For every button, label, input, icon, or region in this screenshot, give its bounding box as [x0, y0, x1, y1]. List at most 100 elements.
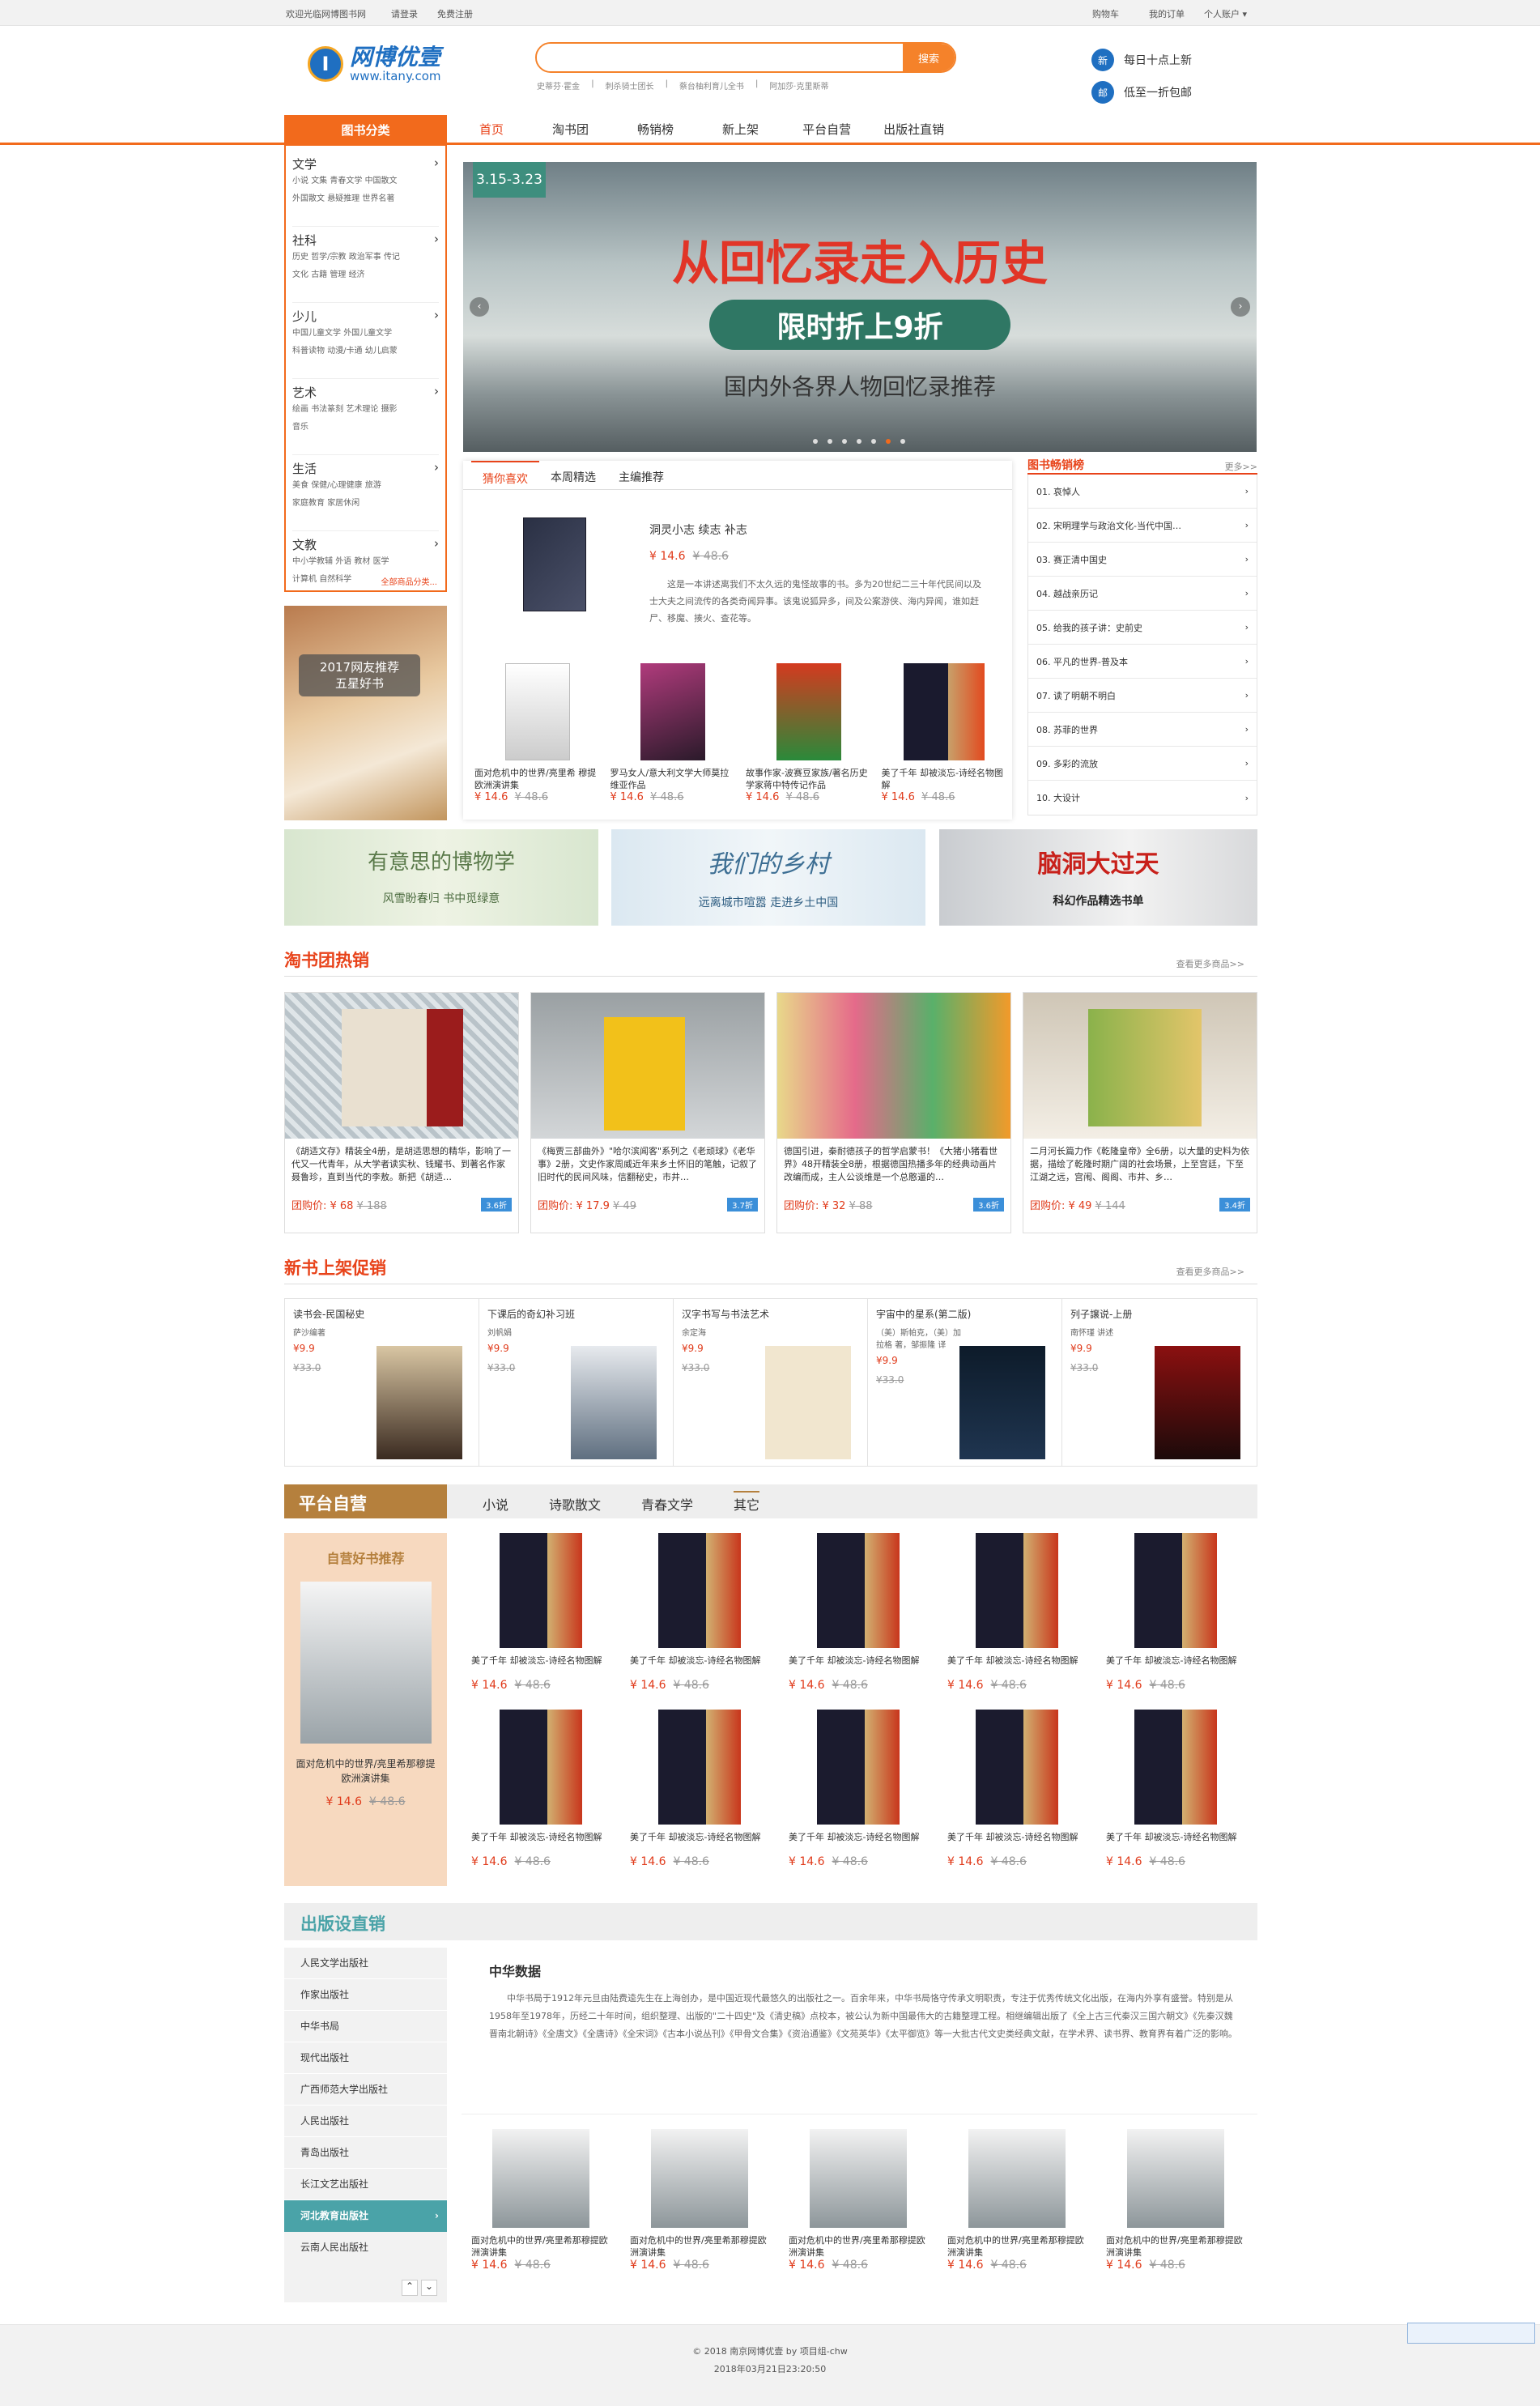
- product-card[interactable]: 故事作家-波赛豆家族/著名历史学家蒋中特传记作品 ¥ 14.6 ¥ 48.6: [741, 663, 877, 803]
- category-link[interactable]: 旅游: [365, 481, 381, 490]
- hot-search-link[interactable]: 阿加莎·克里斯蒂: [769, 79, 828, 92]
- group-card[interactable]: 《胡适文存》精装全4册，是胡适思想的精华，影响了一代又一代青年，从大学者读实秋、…: [284, 992, 519, 1233]
- tab-editor[interactable]: 主编推荐: [607, 461, 675, 489]
- nav-new[interactable]: 新上架: [722, 121, 759, 138]
- publisher-item[interactable]: 青岛出版社: [284, 2137, 447, 2169]
- bestseller-item[interactable]: 02. 宋明理学与政治文化-当代中国… ›: [1028, 509, 1257, 543]
- bestseller-item[interactable]: 06. 平凡的世界-普及本 ›: [1028, 645, 1257, 679]
- category-title[interactable]: 社科 ›: [292, 232, 439, 249]
- category-title[interactable]: 少儿 ›: [292, 308, 439, 325]
- category-title[interactable]: 生活 ›: [292, 460, 439, 477]
- search-button[interactable]: 搜索: [903, 44, 955, 71]
- category-link[interactable]: 传记: [384, 253, 400, 262]
- chevron-left-icon[interactable]: ‹: [470, 297, 489, 317]
- category-link[interactable]: 家居休闲: [327, 499, 359, 508]
- category-link[interactable]: 历史: [292, 253, 308, 262]
- orders-link[interactable]: 我的订单: [1149, 7, 1185, 20]
- category-link[interactable]: 外国散文: [292, 194, 325, 203]
- publisher-item[interactable]: 云南人民出版社: [284, 2232, 447, 2263]
- search-input[interactable]: [537, 44, 903, 71]
- category-link[interactable]: 音乐: [292, 423, 308, 432]
- product-card[interactable]: 面对危机中的世界/亮里希那穆提欧洲演讲集 ¥ 14.6 ¥ 48.6: [938, 2129, 1096, 2272]
- category-link[interactable]: 中国儿童文学: [292, 329, 341, 338]
- bestseller-more[interactable]: 更多>>: [1225, 460, 1257, 473]
- chevron-right-icon[interactable]: ›: [1231, 297, 1250, 317]
- category-link[interactable]: 美食: [292, 481, 308, 490]
- banner-dot[interactable]: [857, 439, 861, 444]
- tab-guess[interactable]: 猜你喜欢: [471, 461, 539, 489]
- tab-poetry[interactable]: 诗歌散文: [549, 1494, 601, 1514]
- logo[interactable]: I 网博优壹 www.itany.com: [308, 45, 441, 83]
- product-card[interactable]: 美了千年 却被淡忘-诗经名物图解 ¥ 14.6 ¥ 48.6: [462, 1533, 620, 1710]
- ime-toolbar[interactable]: [1407, 2323, 1535, 2344]
- nav-group[interactable]: 淘书团: [552, 121, 589, 138]
- chevron-up-icon[interactable]: ⌃: [402, 2280, 418, 2296]
- register-link[interactable]: 免费注册: [437, 7, 473, 20]
- newbook-card[interactable]: 读书会-民国秘史 萨沙编著 ¥9.9 ¥33.0: [285, 1299, 479, 1466]
- hero-banner[interactable]: 3.15-3.23 从回忆录走入历史 限时折上9折 国内外各界人物回忆录推荐 ‹…: [463, 162, 1257, 452]
- category-link[interactable]: 保健/心理健康: [311, 481, 362, 490]
- category-link[interactable]: 管理: [330, 270, 346, 279]
- product-card[interactable]: 美了千年 却被淡忘-诗经名物图解 ¥ 14.6 ¥ 48.6: [779, 1710, 938, 1886]
- bestseller-item[interactable]: 04. 越战亲历记 ›: [1028, 577, 1257, 611]
- category-link[interactable]: 政治军事: [349, 253, 381, 262]
- side-ad[interactable]: 2017网友推荐 五星好书: [284, 606, 447, 820]
- self-recommend[interactable]: 自营好书推荐 面对危机中的世界/亮里希那穆提欧洲演讲集 ¥ 14.6 ¥ 48.…: [284, 1533, 447, 1886]
- bestseller-item[interactable]: 07. 读了明朝不明白 ›: [1028, 679, 1257, 713]
- category-link[interactable]: 中国散文: [365, 177, 398, 185]
- category-link[interactable]: 世界名著: [362, 194, 394, 203]
- all-categories-link[interactable]: 全部商品分类...: [381, 575, 437, 587]
- promo-banner[interactable]: 我们的乡村 远离城市喧嚣 走进乡土中国: [611, 829, 925, 926]
- category-link[interactable]: 文集: [311, 177, 327, 185]
- newbook-card[interactable]: 宇宙中的星系(第二版) （美）斯帕克，（美）加拉格 著，邹振隆 译 ¥9.9 ¥…: [868, 1299, 1062, 1466]
- bestseller-item[interactable]: 05. 给我的孩子讲：史前史 ›: [1028, 611, 1257, 645]
- tab-youth[interactable]: 青春文学: [641, 1494, 693, 1514]
- product-card[interactable]: 面对危机中的世界/亮里希那穆提欧洲演讲集 ¥ 14.6 ¥ 48.6: [1096, 2129, 1255, 2272]
- category-link[interactable]: 幼儿启蒙: [365, 347, 398, 356]
- publisher-item[interactable]: 中华书局: [284, 2011, 447, 2042]
- category-link[interactable]: 中小学教辅: [292, 557, 333, 566]
- category-link[interactable]: 教材: [354, 557, 370, 566]
- newbook-card[interactable]: 列子譲说-上册 南怀瑾 讲述 ¥9.9 ¥33.0: [1062, 1299, 1257, 1466]
- group-card[interactable]: 二月河长篇力作《乾隆皇帝》全6册，以大量的史料为依据，描绘了乾隆时期广阔的社会场…: [1023, 992, 1257, 1233]
- category-link[interactable]: 自然科学: [319, 575, 351, 584]
- group-card[interactable]: 《梅贾三部曲外》"哈尔滨闻客"系列之《老顽球》《老华事》2册，文史作家周威近年来…: [530, 992, 765, 1233]
- category-button[interactable]: 图书分类: [284, 115, 447, 144]
- bestseller-item[interactable]: 01. 哀悼人 ›: [1028, 475, 1257, 509]
- product-card[interactable]: 美了千年 却被淡忘-诗经名物图解 ¥ 14.6 ¥ 48.6: [877, 663, 1013, 803]
- category-link[interactable]: 经济: [349, 270, 365, 279]
- bestseller-item[interactable]: 10. 大设计 ›: [1028, 781, 1257, 815]
- publisher-item[interactable]: 现代出版社: [284, 2042, 447, 2074]
- product-card[interactable]: 美了千年 却被淡忘-诗经名物图解 ¥ 14.6 ¥ 48.6: [1096, 1710, 1255, 1886]
- category-link[interactable]: 艺术理论: [346, 405, 378, 414]
- product-card[interactable]: 面对危机中的世界/亮里希那穆提欧洲演讲集 ¥ 14.6 ¥ 48.6: [620, 2129, 779, 2272]
- product-card[interactable]: 面对危机中的世界/亮里希那穆提欧洲演讲集 ¥ 14.6 ¥ 48.6: [462, 2129, 620, 2272]
- tab-other[interactable]: 其它: [734, 1491, 760, 1514]
- category-link[interactable]: 青春文学: [330, 177, 362, 185]
- account-menu[interactable]: 个人账户 ▾: [1204, 7, 1247, 20]
- banner-dot[interactable]: [842, 439, 847, 444]
- category-title[interactable]: 艺术 ›: [292, 384, 439, 401]
- login-link[interactable]: 请登录: [391, 7, 418, 20]
- banner-dot[interactable]: [827, 439, 832, 444]
- group-more[interactable]: 查看更多商品>>: [1176, 957, 1244, 970]
- banner-dot[interactable]: [813, 439, 818, 444]
- product-card[interactable]: 美了千年 却被淡忘-诗经名物图解 ¥ 14.6 ¥ 48.6: [1096, 1533, 1255, 1710]
- product-card[interactable]: 美了千年 却被淡忘-诗经名物图解 ¥ 14.6 ¥ 48.6: [779, 1533, 938, 1710]
- category-link[interactable]: 小说: [292, 177, 308, 185]
- category-title[interactable]: 文教 ›: [292, 536, 439, 553]
- publisher-item[interactable]: 人民文学出版社: [284, 1948, 447, 1979]
- category-link[interactable]: 家庭教育: [292, 499, 325, 508]
- newbook-card[interactable]: 汉字书写与书法艺术 余定海 ¥9.9 ¥33.0: [674, 1299, 868, 1466]
- hot-search-link[interactable]: 刺杀骑士团长: [606, 79, 654, 92]
- banner-dot[interactable]: [871, 439, 876, 444]
- category-link[interactable]: 摄影: [381, 405, 398, 414]
- publisher-item[interactable]: 人民出版社: [284, 2106, 447, 2137]
- category-link[interactable]: 外国儿童文学: [343, 329, 392, 338]
- category-link[interactable]: 绘画: [292, 405, 308, 414]
- banner-dot[interactable]: [886, 439, 891, 444]
- group-card[interactable]: 德国引进，秦耐德孩子的哲学启蒙书！《大猪小猪看世界》48开精装全8册，根据德国热…: [776, 992, 1011, 1233]
- publisher-item[interactable]: 作家出版社: [284, 1979, 447, 2011]
- bestseller-item[interactable]: 09. 多彩的流放 ›: [1028, 747, 1257, 781]
- book-cover[interactable]: [523, 517, 586, 611]
